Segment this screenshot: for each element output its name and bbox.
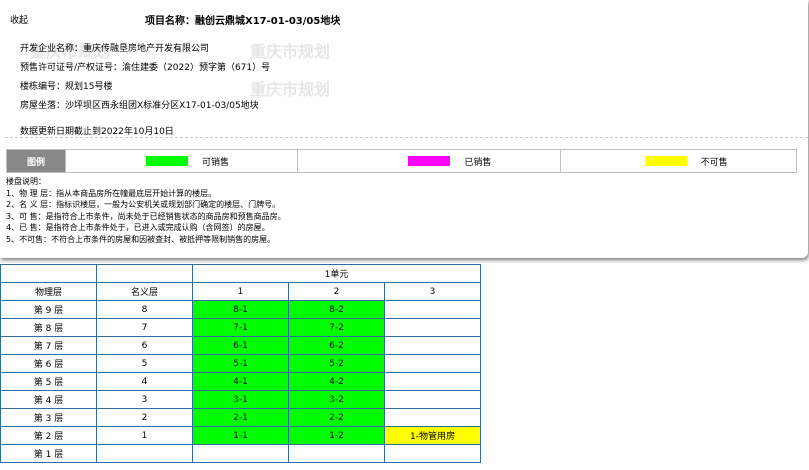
nominal-floor-cell: 7 xyxy=(96,318,193,337)
legend-item-label: 不可售 xyxy=(700,157,728,168)
room-cell[interactable]: 6-2 xyxy=(288,336,385,355)
empty-room-cell xyxy=(383,336,482,355)
empty-room-cell xyxy=(383,372,482,391)
room-cell[interactable]: 3-1 xyxy=(192,390,289,409)
floor-table: 1单元 物理层 名义层 1 2 3 第 9 层 8 8-1 8-2 第 8 层 7 7-1 7… xyxy=(0,264,482,463)
table-header-cell xyxy=(96,264,193,283)
table-header-cell xyxy=(0,264,97,283)
presale-permit: 预售许可证号/产权证号：渝住建委（2022）预字第（671）号 xyxy=(20,63,271,73)
col-header-nominal: 名义层 xyxy=(96,282,193,301)
nominal-floor-cell: 4 xyxy=(96,372,193,391)
nominal-floor-cell: 5 xyxy=(96,354,193,373)
nominal-floor-cell: 6 xyxy=(96,336,193,355)
nominal-floor-cell xyxy=(96,444,193,463)
divider xyxy=(5,137,808,138)
room-cell[interactable]: 4-1 xyxy=(192,372,289,391)
note-line: 3、可 售：是指符合上市条件，尚未处于已经销售状态的商品房和预售商品房。 xyxy=(6,211,286,221)
table-header-row: 1单元 xyxy=(0,264,482,283)
room-cell[interactable]: 1-2 xyxy=(288,426,385,445)
house-location: 房屋坐落：沙坪坝区西永组团X标准分区X17-01-03/05地块 xyxy=(20,101,259,111)
legend-item-available: 可销售 xyxy=(66,150,299,172)
table-row: 第 1 层 xyxy=(0,444,482,463)
legend-item-sold: 已销售 xyxy=(298,150,561,172)
building-number: 楼栋编号：规划15号楼 xyxy=(20,82,113,92)
note-line: 4、已 售：是指符合上市条件处于，已进入或完成认购（含网签）的房屋。 xyxy=(6,223,270,232)
notes-title: 楼盘说明： xyxy=(6,177,46,186)
note-line: 1、物 理 层：指从本商品房所在幢最底层开始计算的楼层。 xyxy=(6,188,217,198)
legend-item-label: 已销售 xyxy=(464,157,492,168)
empty-room-cell xyxy=(383,444,482,463)
col-header-room: 1 xyxy=(192,282,289,301)
room-cell[interactable]: 2-2 xyxy=(288,408,385,427)
note-line: 5、不可售：不符合上市条件的房屋和因被查封、被抵押等限制销售的房屋。 xyxy=(6,234,276,244)
physical-floor-cell: 第 3 层 xyxy=(0,408,97,427)
table-row: 第 9 层 8 8-1 8-2 xyxy=(0,300,482,319)
legend: 图例 可销售 已销售 不可售 xyxy=(6,149,797,173)
project-info: 开发企业名称：重庆传融垦房地产开发有限公司 预售许可证号/产权证号：渝住建委（2… xyxy=(20,40,270,116)
nominal-floor-cell: 2 xyxy=(96,408,193,427)
project-info-panel: 收起 项目名称：融创云鼎城X17-01-03/05地块 重庆市规划 重庆市规划 … xyxy=(0,0,808,258)
note-line: 2、名 义 层：指标识楼层，一般为公安机关或规划部门确定的楼层、门牌号。 xyxy=(6,200,281,209)
legend-label: 图例 xyxy=(7,150,66,172)
room-cell[interactable]: 6-1 xyxy=(192,336,289,355)
update-date: 数据更新日期截止到2022年10月10日 xyxy=(20,127,174,137)
unit-header: 1单元 xyxy=(191,264,482,283)
room-cell[interactable]: 8-2 xyxy=(288,300,385,319)
unsellable-swatch xyxy=(644,156,687,166)
room-cell[interactable]: 7-2 xyxy=(288,318,385,337)
table-row: 第 5 层 4 4-1 4-2 xyxy=(0,372,482,391)
nominal-floor-cell: 1 xyxy=(96,426,193,445)
available-swatch xyxy=(146,156,188,166)
table-row: 第 3 层 2 2-1 2-2 xyxy=(0,408,482,427)
project-title: 项目名称：融创云鼎城X17-01-03/05地块 xyxy=(145,16,341,27)
room-cell[interactable]: 5-1 xyxy=(192,354,289,373)
room-cell[interactable]: 1-物管用房 xyxy=(383,426,482,445)
room-cell[interactable]: 1-1 xyxy=(192,426,289,445)
legend-item-unsellable: 不可售 xyxy=(561,150,796,172)
empty-room-cell xyxy=(383,354,482,373)
table-row: 第 4 层 3 3-1 3-2 xyxy=(0,390,482,409)
physical-floor-cell: 第 1 层 xyxy=(0,444,97,463)
empty-room-cell xyxy=(288,444,385,463)
physical-floor-cell: 第 2 层 xyxy=(0,426,97,445)
nominal-floor-cell: 3 xyxy=(96,390,193,409)
room-cell[interactable]: 4-2 xyxy=(288,372,385,391)
notes: 楼盘说明： 1、物 理 层：指从本商品房所在幢最底层开始计算的楼层。 2、名 义… xyxy=(6,176,286,245)
collapse-button[interactable]: 收起 xyxy=(10,13,28,26)
room-cell[interactable]: 7-1 xyxy=(192,318,289,337)
table-row: 第 6 层 5 5-1 5-2 xyxy=(0,354,482,373)
room-cell[interactable]: 2-1 xyxy=(192,408,289,427)
developer-name: 开发企业名称：重庆传融垦房地产开发有限公司 xyxy=(20,44,210,54)
table-header-row: 物理层 名义层 1 2 3 xyxy=(0,282,482,301)
table-row: 第 8 层 7 7-1 7-2 xyxy=(0,318,482,337)
col-header-room: 3 xyxy=(383,282,482,301)
physical-floor-cell: 第 7 层 xyxy=(0,336,97,355)
room-cell[interactable]: 3-2 xyxy=(288,390,385,409)
physical-floor-cell: 第 6 层 xyxy=(0,354,97,373)
col-header-physical: 物理层 xyxy=(0,282,97,301)
physical-floor-cell: 第 4 层 xyxy=(0,390,97,409)
table-row: 第 7 层 6 6-1 6-2 xyxy=(0,336,482,355)
table-row: 第 2 层 1 1-1 1-2 1-物管用房 xyxy=(0,426,482,445)
empty-room-cell xyxy=(383,408,482,427)
col-header-room: 2 xyxy=(288,282,385,301)
physical-floor-cell: 第 8 层 xyxy=(0,318,97,337)
empty-room-cell xyxy=(383,300,482,319)
physical-floor-cell: 第 9 层 xyxy=(0,300,97,319)
legend-item-label: 可销售 xyxy=(202,157,230,168)
sold-swatch xyxy=(408,156,451,166)
floor-table-body: 1单元 物理层 名义层 1 2 3 第 9 层 8 8-1 8-2 第 8 层 7 7-1 7… xyxy=(0,264,482,463)
empty-room-cell xyxy=(192,444,289,463)
empty-room-cell xyxy=(383,390,482,409)
empty-room-cell xyxy=(383,318,482,337)
room-cell[interactable]: 5-2 xyxy=(288,354,385,373)
physical-floor-cell: 第 5 层 xyxy=(0,372,97,391)
room-cell[interactable]: 8-1 xyxy=(192,300,289,319)
nominal-floor-cell: 8 xyxy=(96,300,193,319)
